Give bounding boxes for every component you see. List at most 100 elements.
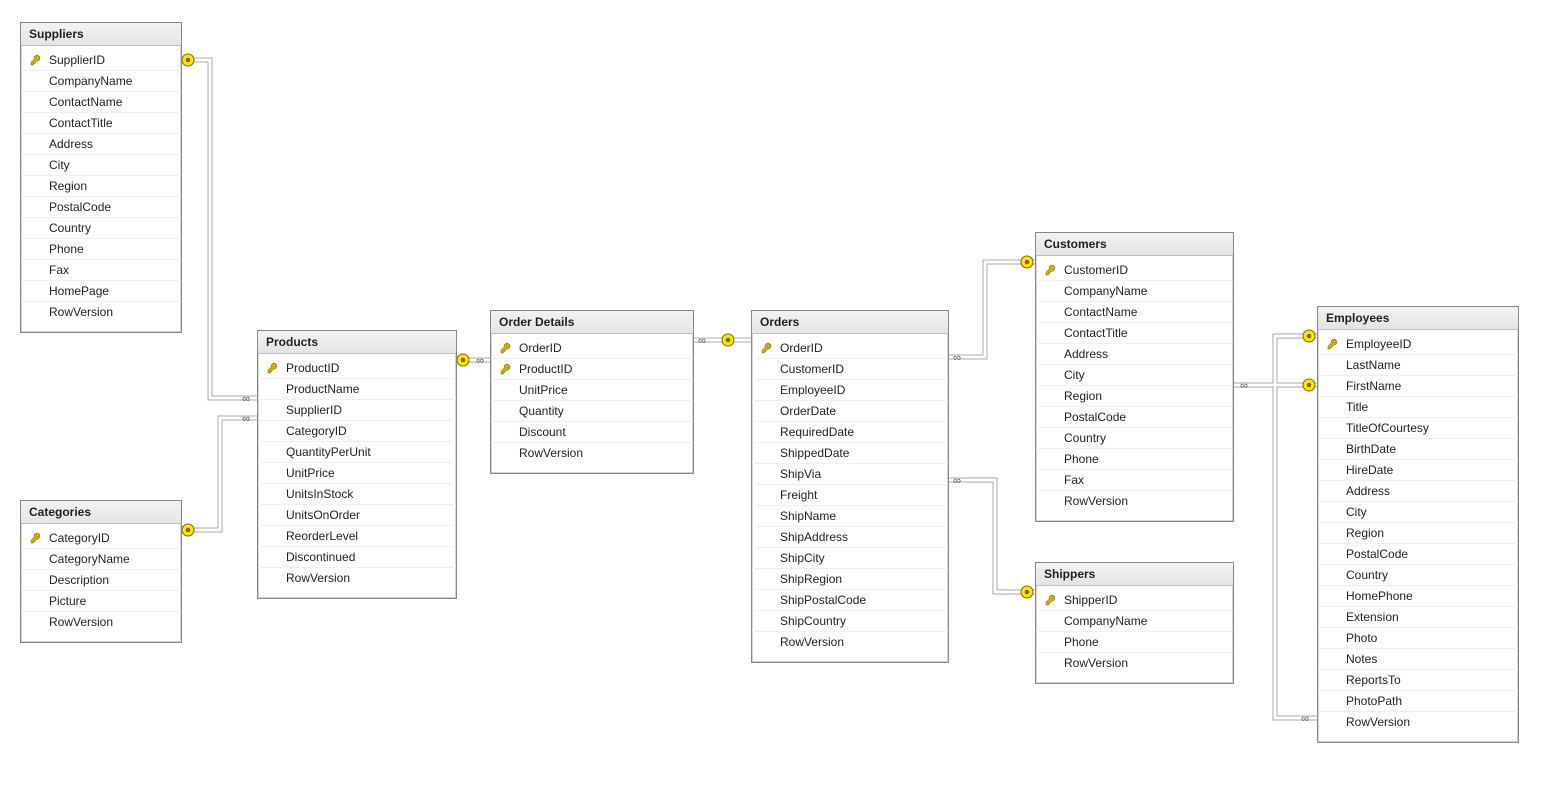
table-field[interactable]: EmployeeID	[1318, 334, 1518, 354]
table-field[interactable]: HireDate	[1318, 459, 1518, 480]
table-field[interactable]: ShipAddress	[752, 526, 948, 547]
table-field[interactable]: PostalCode	[1318, 543, 1518, 564]
table-field[interactable]: ProductName	[258, 378, 456, 399]
table-field[interactable]: ReorderLevel	[258, 525, 456, 546]
table-field[interactable]: Title	[1318, 396, 1518, 417]
table-field[interactable]: ContactTitle	[21, 112, 181, 133]
table-field[interactable]: Region	[21, 175, 181, 196]
table-field[interactable]: UnitsInStock	[258, 483, 456, 504]
table-field[interactable]: City	[1318, 501, 1518, 522]
table-field[interactable]: Fax	[21, 259, 181, 280]
table-field[interactable]: QuantityPerUnit	[258, 441, 456, 462]
table-title[interactable]: Employees	[1318, 307, 1518, 330]
table-field[interactable]: TitleOfCourtesy	[1318, 417, 1518, 438]
table-title[interactable]: Shippers	[1036, 563, 1233, 586]
table-title[interactable]: Customers	[1036, 233, 1233, 256]
table-field[interactable]: HomePage	[21, 280, 181, 301]
table-field[interactable]: Region	[1036, 385, 1233, 406]
table-field[interactable]: RowVersion	[1318, 711, 1518, 732]
table-field[interactable]: Address	[1036, 343, 1233, 364]
table-field[interactable]: SupplierID	[21, 50, 181, 70]
table-field[interactable]: FirstName	[1318, 375, 1518, 396]
table-field[interactable]: Country	[1318, 564, 1518, 585]
table-field[interactable]: Extension	[1318, 606, 1518, 627]
table-field[interactable]: Fax	[1036, 469, 1233, 490]
table-field[interactable]: Description	[21, 569, 181, 590]
table-field[interactable]: CategoryName	[21, 548, 181, 569]
table-field[interactable]: ContactName	[21, 91, 181, 112]
table-field[interactable]: Picture	[21, 590, 181, 611]
table-field[interactable]: Phone	[21, 238, 181, 259]
table-field[interactable]: RequiredDate	[752, 421, 948, 442]
table-field[interactable]: RowVersion	[752, 631, 948, 652]
table-field[interactable]: PhotoPath	[1318, 690, 1518, 711]
table-field[interactable]: CompanyName	[21, 70, 181, 91]
table-field[interactable]: RowVersion	[21, 611, 181, 632]
table-field[interactable]: CustomerID	[1036, 260, 1233, 280]
table-field[interactable]: Phone	[1036, 631, 1233, 652]
table-field[interactable]: SupplierID	[258, 399, 456, 420]
table-employees[interactable]: Employees EmployeeIDLastNameFirstNameTit…	[1317, 306, 1519, 743]
table-field[interactable]: RowVersion	[258, 567, 456, 588]
table-field[interactable]: ShipCountry	[752, 610, 948, 631]
table-title[interactable]: Suppliers	[21, 23, 181, 46]
table-field[interactable]: Discount	[491, 421, 693, 442]
table-field[interactable]: PostalCode	[1036, 406, 1233, 427]
table-field[interactable]: RowVersion	[1036, 490, 1233, 511]
table-field[interactable]: CompanyName	[1036, 280, 1233, 301]
table-field[interactable]: RowVersion	[21, 301, 181, 322]
table-field[interactable]: ShippedDate	[752, 442, 948, 463]
table-field[interactable]: ContactTitle	[1036, 322, 1233, 343]
table-field[interactable]: OrderID	[491, 338, 693, 358]
table-title[interactable]: Products	[258, 331, 456, 354]
table-field[interactable]: ShipperID	[1036, 590, 1233, 610]
table-field[interactable]: BirthDate	[1318, 438, 1518, 459]
table-field[interactable]: ShipRegion	[752, 568, 948, 589]
table-field[interactable]: Address	[1318, 480, 1518, 501]
table-field[interactable]: ReportsTo	[1318, 669, 1518, 690]
table-field[interactable]: LastName	[1318, 354, 1518, 375]
table-order-details[interactable]: Order Details OrderIDProductIDUnitPriceQ…	[490, 310, 694, 474]
table-field[interactable]: ProductID	[258, 358, 456, 378]
table-field[interactable]: ProductID	[491, 358, 693, 379]
table-field[interactable]: Notes	[1318, 648, 1518, 669]
table-field[interactable]: PostalCode	[21, 196, 181, 217]
table-field[interactable]: CompanyName	[1036, 610, 1233, 631]
table-title[interactable]: Orders	[752, 311, 948, 334]
table-field[interactable]: ContactName	[1036, 301, 1233, 322]
table-field[interactable]: ShipCity	[752, 547, 948, 568]
table-products[interactable]: Products ProductIDProductNameSupplierIDC…	[257, 330, 457, 599]
table-field[interactable]: UnitPrice	[258, 462, 456, 483]
table-customers[interactable]: Customers CustomerIDCompanyNameContactNa…	[1035, 232, 1234, 522]
table-field[interactable]: ShipPostalCode	[752, 589, 948, 610]
table-field[interactable]: RowVersion	[491, 442, 693, 463]
table-field[interactable]: RowVersion	[1036, 652, 1233, 673]
table-field[interactable]: OrderDate	[752, 400, 948, 421]
table-orders[interactable]: Orders OrderIDCustomerIDEmployeeIDOrderD…	[751, 310, 949, 663]
table-title[interactable]: Categories	[21, 501, 181, 524]
table-field[interactable]: City	[1036, 364, 1233, 385]
table-field[interactable]: Freight	[752, 484, 948, 505]
table-field[interactable]: HomePhone	[1318, 585, 1518, 606]
table-shippers[interactable]: Shippers ShipperIDCompanyNamePhoneRowVer…	[1035, 562, 1234, 684]
table-field[interactable]: CategoryID	[258, 420, 456, 441]
table-field[interactable]: UnitsOnOrder	[258, 504, 456, 525]
table-field[interactable]: ShipName	[752, 505, 948, 526]
table-field[interactable]: Region	[1318, 522, 1518, 543]
table-field[interactable]: Photo	[1318, 627, 1518, 648]
table-suppliers[interactable]: Suppliers SupplierIDCompanyNameContactNa…	[20, 22, 182, 333]
table-field[interactable]: CategoryID	[21, 528, 181, 548]
table-field[interactable]: CustomerID	[752, 358, 948, 379]
table-field[interactable]: UnitPrice	[491, 379, 693, 400]
table-field[interactable]: Country	[1036, 427, 1233, 448]
table-field[interactable]: OrderID	[752, 338, 948, 358]
table-field[interactable]: Country	[21, 217, 181, 238]
table-categories[interactable]: Categories CategoryIDCategoryNameDescrip…	[20, 500, 182, 643]
table-field[interactable]: Phone	[1036, 448, 1233, 469]
table-field[interactable]: City	[21, 154, 181, 175]
table-field[interactable]: Discontinued	[258, 546, 456, 567]
table-field[interactable]: EmployeeID	[752, 379, 948, 400]
table-field[interactable]: ShipVia	[752, 463, 948, 484]
table-field[interactable]: Address	[21, 133, 181, 154]
table-title[interactable]: Order Details	[491, 311, 693, 334]
